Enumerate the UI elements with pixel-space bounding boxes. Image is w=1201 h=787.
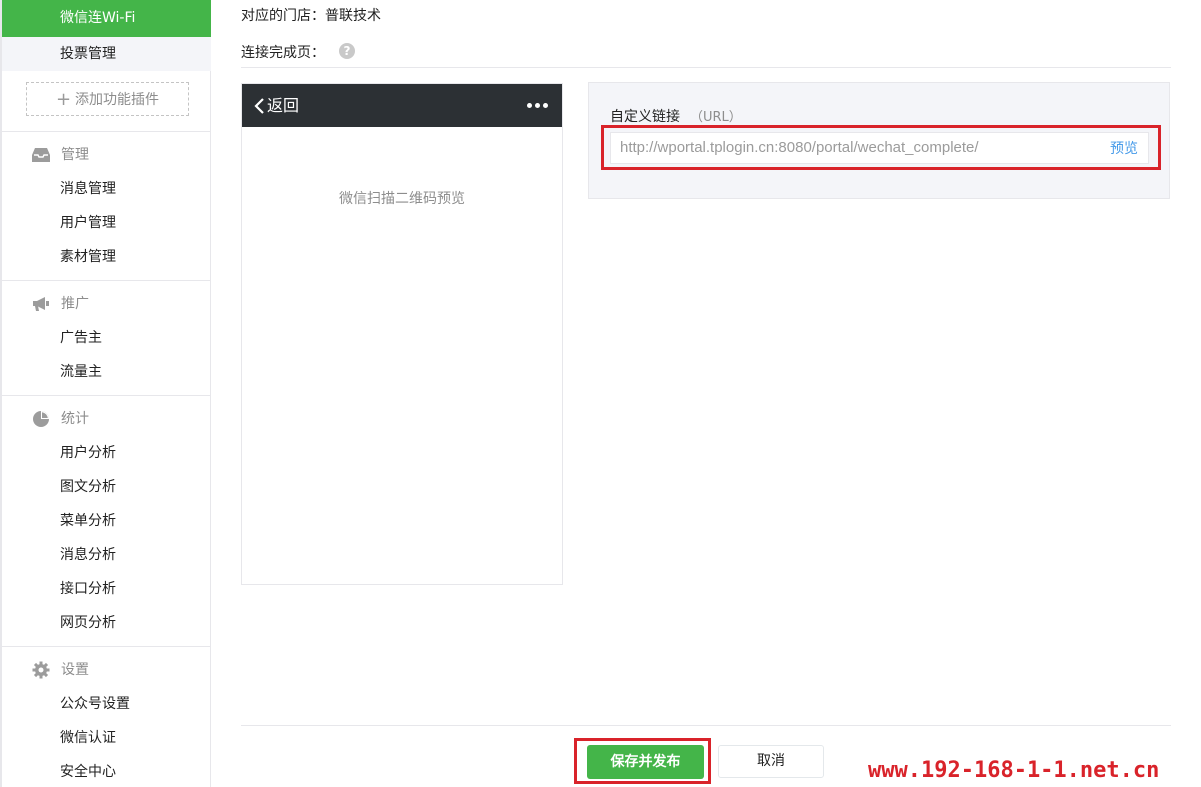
sidebar-group-title: 推广 [61, 296, 89, 312]
sidebar-item-advertiser[interactable]: 广告主 [2, 321, 211, 355]
sidebar-group-title: 统计 [61, 411, 89, 427]
store-label: 对应的门店：普联技术 [241, 8, 381, 24]
qr-preview-text: 微信扫描二维码预览 [339, 191, 465, 207]
sidebar-item-menu-analysis[interactable]: 菜单分析 [2, 504, 211, 538]
sidebar-item-user-analysis[interactable]: 用户分析 [2, 436, 211, 470]
sidebar-group-statistics: 统计 [32, 402, 89, 436]
inbox-icon [32, 146, 50, 164]
divider [241, 725, 1171, 726]
help-icon[interactable]: ? [339, 43, 355, 59]
gear-icon [32, 661, 50, 679]
sidebar-item-message-analysis[interactable]: 消息分析 [2, 538, 211, 572]
custom-url-label-text: 自定义链接 [610, 109, 680, 125]
divider [241, 67, 1171, 68]
sidebar-item-message-management[interactable]: 消息管理 [2, 172, 211, 206]
back-label: 返回 [267, 96, 300, 115]
sidebar-item-traffic-host[interactable]: 流量主 [2, 355, 211, 389]
back-button[interactable]: 返回 [252, 84, 299, 127]
more-icon[interactable] [527, 103, 548, 108]
divider [2, 646, 211, 647]
divider [2, 131, 211, 132]
add-plugin-label: 添加功能插件 [75, 92, 160, 108]
sidebar-group-manage: 管理 [32, 138, 89, 172]
phone-preview: 返回 微信扫描二维码预览 [241, 83, 563, 585]
sidebar-item-webpage-analysis[interactable]: 网页分析 [2, 606, 211, 640]
panel-pointer [578, 106, 588, 126]
highlight-box-save [574, 738, 711, 784]
chevron-left-icon [254, 97, 264, 114]
sidebar-group-settings: 设置 [32, 653, 89, 687]
custom-url-label: 自定义链接 （URL） [610, 106, 742, 126]
sidebar-item-security-center[interactable]: 安全中心 [2, 755, 211, 787]
pie-chart-icon [32, 410, 50, 428]
sidebar: 微信连Wi-Fi 投票管理 + 添加功能插件 管理 消息管理 用户管理 素材管理 … [0, 0, 211, 787]
sidebar-group-title: 设置 [61, 662, 89, 678]
watermark: www.192-168-1-1.net.cn [868, 758, 1160, 783]
add-plugin-button[interactable]: + 添加功能插件 [26, 82, 189, 116]
megaphone-icon [32, 295, 50, 313]
sidebar-item-wechat-wifi[interactable]: 微信连Wi-Fi [2, 0, 211, 37]
divider [2, 395, 211, 396]
sidebar-item-article-analysis[interactable]: 图文分析 [2, 470, 211, 504]
sidebar-item-material-management[interactable]: 素材管理 [2, 240, 211, 274]
sidebar-item-api-analysis[interactable]: 接口分析 [2, 572, 211, 606]
sidebar-item-user-management[interactable]: 用户管理 [2, 206, 211, 240]
cancel-button[interactable]: 取消 [718, 745, 824, 778]
custom-url-label-hint: （URL） [690, 110, 742, 125]
sidebar-group-promote: 推广 [32, 287, 89, 321]
sidebar-group-title: 管理 [61, 147, 89, 163]
sidebar-item-account-settings[interactable]: 公众号设置 [2, 687, 211, 721]
divider [2, 280, 211, 281]
complete-page-label: 连接完成页： [241, 45, 325, 61]
phone-nav-bar: 返回 [242, 84, 562, 127]
sidebar-item-vote-management[interactable]: 投票管理 [2, 37, 211, 71]
highlight-box-url [601, 125, 1161, 170]
sidebar-item-wechat-verification[interactable]: 微信认证 [2, 721, 211, 755]
plus-icon: + [55, 89, 72, 110]
